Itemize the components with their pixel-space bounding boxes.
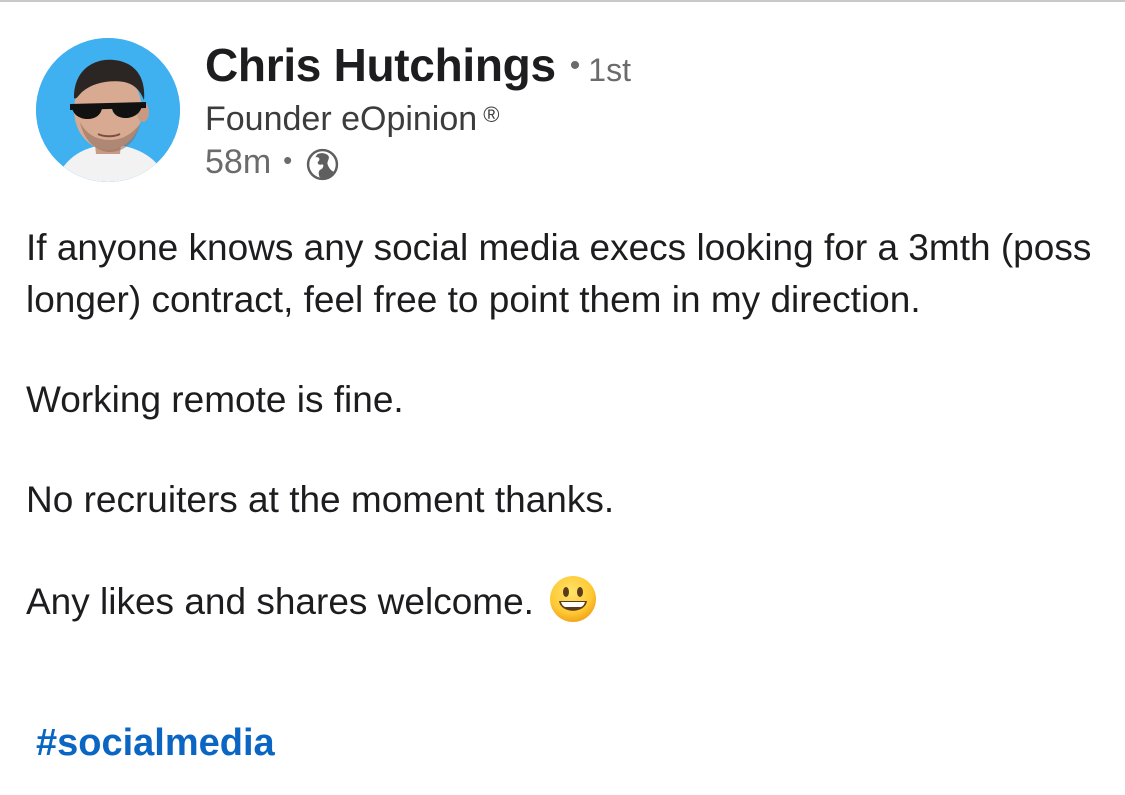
post-body: If anyone knows any social media execs l… bbox=[26, 222, 1101, 628]
globe-icon bbox=[307, 148, 339, 181]
feed-post: Chris Hutchings • 1st Founder eOpinion ® … bbox=[0, 0, 1125, 795]
hashtag-link[interactable]: #socialmedia bbox=[36, 722, 275, 765]
author-headline: Founder eOpinion ® bbox=[205, 100, 499, 139]
grinning-face-emoji-icon bbox=[549, 576, 596, 622]
post-paragraph: If anyone knows any social media execs l… bbox=[26, 227, 1092, 320]
post-paragraph-with-emoji: Any likes and shares welcome. bbox=[26, 574, 1101, 628]
post-meta: 58m • bbox=[205, 143, 339, 182]
author-avatar[interactable] bbox=[36, 38, 180, 182]
avatar-photo bbox=[36, 38, 180, 182]
meta-separator-dot: • bbox=[283, 145, 293, 175]
author-name[interactable]: Chris Hutchings bbox=[205, 38, 556, 92]
connection-degree: 1st bbox=[588, 52, 631, 88]
post-paragraph: Any likes and shares welcome. bbox=[26, 581, 534, 622]
author-line: Chris Hutchings • 1st bbox=[205, 38, 631, 92]
post-paragraph: No recruiters at the moment thanks. bbox=[26, 479, 615, 520]
post-paragraph: Working remote is fine. bbox=[26, 379, 404, 420]
post-timestamp: 58m bbox=[205, 143, 272, 181]
registered-mark: ® bbox=[483, 102, 500, 127]
degree-separator-dot: • bbox=[569, 49, 581, 82]
author-headline-text: Founder eOpinion bbox=[205, 100, 478, 138]
